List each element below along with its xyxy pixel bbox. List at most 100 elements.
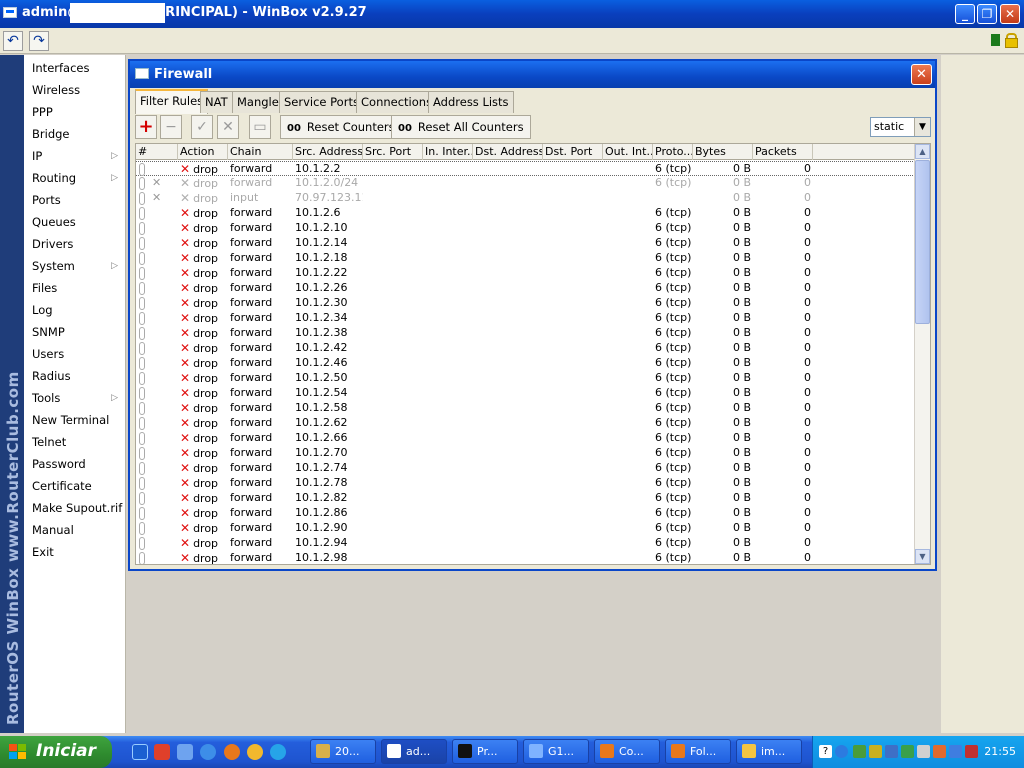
alert-tray-icon[interactable] [965, 745, 978, 758]
table-row[interactable]: ✕ drop forward 10.1.2.62 6 (tcp) 0 B0 [136, 416, 915, 431]
menu-item-password[interactable]: Password [24, 453, 126, 475]
menu-item-exit[interactable]: Exit [24, 541, 126, 563]
table-row[interactable]: ✕ drop forward 10.1.2.6 6 (tcp) 0 B0 [136, 206, 915, 221]
scroll-thumb[interactable] [915, 160, 930, 324]
menu-item-log[interactable]: Log [24, 299, 126, 321]
table-row[interactable]: ✕ drop forward 10.1.2.82 6 (tcp) 0 B0 [136, 491, 915, 506]
table-row[interactable]: ✕ drop forward 10.1.2.30 6 (tcp) 0 B0 [136, 296, 915, 311]
firewall-title-bar[interactable]: Firewall ✕ [130, 61, 935, 88]
menu-item-bridge[interactable]: Bridge [24, 123, 126, 145]
quicklaunch-skype-icon[interactable] [270, 744, 286, 760]
reset-counters-button[interactable]: 00 Reset Counters [280, 115, 402, 139]
table-row[interactable]: ✕ drop forward 10.1.2.90 6 (tcp) 0 B0 [136, 521, 915, 536]
close-button[interactable]: ✕ [1000, 4, 1020, 24]
tab-connections[interactable]: Connections [356, 91, 438, 113]
maximize-button[interactable]: ❐ [977, 4, 997, 24]
table-row[interactable]: ✕ drop forward 10.1.2.78 6 (tcp) 0 B0 [136, 476, 915, 491]
column-header[interactable]: Action [178, 144, 228, 160]
comment-button[interactable]: ▭ [249, 115, 271, 139]
table-row[interactable]: ✕ ✕ drop input 70.97.123.11 0 B0 [136, 191, 915, 206]
menu-item-certificate[interactable]: Certificate [24, 475, 126, 497]
table-row[interactable]: ✕ drop forward 10.1.2.34 6 (tcp) 0 B0 [136, 311, 915, 326]
tab-mangle[interactable]: Mangle [232, 91, 284, 113]
reset-all-counters-button[interactable]: 00 Reset All Counters [391, 115, 531, 139]
menu-item-routing[interactable]: Routing ▷ [24, 167, 126, 189]
connection-tray-icon[interactable] [949, 745, 962, 758]
menu-item-ppp[interactable]: PPP [24, 101, 126, 123]
column-header[interactable]: # [136, 144, 178, 160]
enable-rule-button[interactable]: ✓ [191, 115, 213, 139]
column-header[interactable]: Out. Int... [603, 144, 653, 160]
vertical-scrollbar[interactable]: ▲ ▼ [914, 144, 930, 564]
menu-item-new-terminal[interactable]: New Terminal [24, 409, 126, 431]
clock[interactable]: 21:55 [984, 745, 1016, 758]
table-row[interactable]: ✕ drop forward 10.1.2.10 6 (tcp) 0 B0 [136, 221, 915, 236]
scroll-up-icon[interactable]: ▲ [915, 144, 930, 159]
menu-item-ip[interactable]: IP ▷ [24, 145, 126, 167]
messenger-tray-icon[interactable] [933, 745, 946, 758]
security-tray-icon[interactable] [869, 745, 882, 758]
table-row[interactable]: ✕ drop forward 10.1.2.54 6 (tcp) 0 B0 [136, 386, 915, 401]
menu-item-manual[interactable]: Manual [24, 519, 126, 541]
menu-item-queues[interactable]: Queues [24, 211, 126, 233]
quicklaunch-ie-icon[interactable] [200, 744, 216, 760]
redo-icon[interactable]: ↷ [29, 31, 49, 51]
tray-arrow-icon[interactable] [835, 745, 848, 758]
menu-item-files[interactable]: Files [24, 277, 126, 299]
column-header[interactable]: Packets [753, 144, 813, 160]
monitor-tray-icon[interactable] [885, 745, 898, 758]
app-title-bar[interactable]: admin@ (AP PRINCIPAL) - WinBox v2.9.27 _… [0, 0, 1024, 28]
table-row[interactable]: ✕ ✕ drop forward 10.1.2.0/24 6 (tcp) 0 B0 [136, 176, 915, 191]
table-row[interactable]: ✕ drop forward 10.1.2.26 6 (tcp) 0 B0 [136, 281, 915, 296]
table-row[interactable]: ✕ drop forward 10.1.2.74 6 (tcp) 0 B0 [136, 461, 915, 476]
table-row[interactable]: ✕ drop forward 10.1.2.70 6 (tcp) 0 B0 [136, 446, 915, 461]
start-button[interactable]: Iniciar [0, 736, 112, 768]
menu-item-telnet[interactable]: Telnet [24, 431, 126, 453]
scroll-down-icon[interactable]: ▼ [915, 549, 930, 564]
menu-item-users[interactable]: Users [24, 343, 126, 365]
menu-item-tools[interactable]: Tools ▷ [24, 387, 126, 409]
table-row[interactable]: ✕ drop forward 10.1.2.2 6 (tcp) 0 B0 [136, 161, 915, 176]
quicklaunch-firefox-icon[interactable] [224, 744, 240, 760]
table-row[interactable]: ✕ drop forward 10.1.2.66 6 (tcp) 0 B0 [136, 431, 915, 446]
tab-service-ports[interactable]: Service Ports [279, 91, 364, 113]
table-row[interactable]: ✕ drop forward 10.1.2.18 6 (tcp) 0 B0 [136, 251, 915, 266]
menu-item-make-supout-rif[interactable]: Make Supout.rif [24, 497, 126, 519]
taskbar-button[interactable]: Pr... [452, 739, 518, 764]
menu-item-ports[interactable]: Ports [24, 189, 126, 211]
table-row[interactable]: ✕ drop forward 10.1.2.22 6 (tcp) 0 B0 [136, 266, 915, 281]
taskbar-button[interactable]: ad... [381, 739, 447, 764]
table-row[interactable]: ✕ drop forward 10.1.2.50 6 (tcp) 0 B0 [136, 371, 915, 386]
taskbar-button[interactable]: G1... [523, 739, 589, 764]
column-header[interactable]: Bytes [693, 144, 753, 160]
column-header[interactable]: Chain [228, 144, 293, 160]
filter-select[interactable]: static ▼ [870, 117, 931, 137]
menu-item-system[interactable]: System ▷ [24, 255, 126, 277]
volume-tray-icon[interactable] [917, 745, 930, 758]
table-row[interactable]: ✕ drop forward 10.1.2.14 6 (tcp) 0 B0 [136, 236, 915, 251]
column-header[interactable]: Dst. Port [543, 144, 603, 160]
quicklaunch-mail-icon[interactable] [154, 744, 170, 760]
table-row[interactable]: ✕ drop forward 10.1.2.42 6 (tcp) 0 B0 [136, 341, 915, 356]
table-row[interactable]: ✕ drop forward 10.1.2.86 6 (tcp) 0 B0 [136, 506, 915, 521]
table-row[interactable]: ✕ drop forward 10.1.2.46 6 (tcp) 0 B0 [136, 356, 915, 371]
table-row[interactable]: ✕ drop forward 10.1.2.94 6 (tcp) 0 B0 [136, 536, 915, 551]
quicklaunch-media-icon[interactable] [247, 744, 263, 760]
help-icon[interactable]: ? [819, 745, 832, 758]
chevron-down-icon[interactable]: ▼ [914, 118, 930, 136]
column-header[interactable]: Src. Address [293, 144, 363, 160]
antivirus-tray-icon[interactable] [901, 745, 914, 758]
minimize-button[interactable]: _ [955, 4, 975, 24]
menu-item-drivers[interactable]: Drivers [24, 233, 126, 255]
tab-address-lists[interactable]: Address Lists [428, 91, 514, 113]
menu-item-wireless[interactable]: Wireless [24, 79, 126, 101]
taskbar-button[interactable]: Fol... [665, 739, 731, 764]
winbox-app-icon[interactable] [3, 7, 17, 18]
table-row[interactable]: ✕ drop forward 10.1.2.98 6 (tcp) 0 B0 [136, 551, 915, 564]
menu-item-snmp[interactable]: SNMP [24, 321, 126, 343]
table-row[interactable]: ✕ drop forward 10.1.2.58 6 (tcp) 0 B0 [136, 401, 915, 416]
table-row[interactable]: ✕ drop forward 10.1.2.38 6 (tcp) 0 B0 [136, 326, 915, 341]
quicklaunch-app-icon[interactable] [132, 744, 148, 760]
firewall-close-button[interactable]: ✕ [911, 64, 932, 85]
tab-filter-rules[interactable]: Filter Rules [135, 89, 209, 114]
